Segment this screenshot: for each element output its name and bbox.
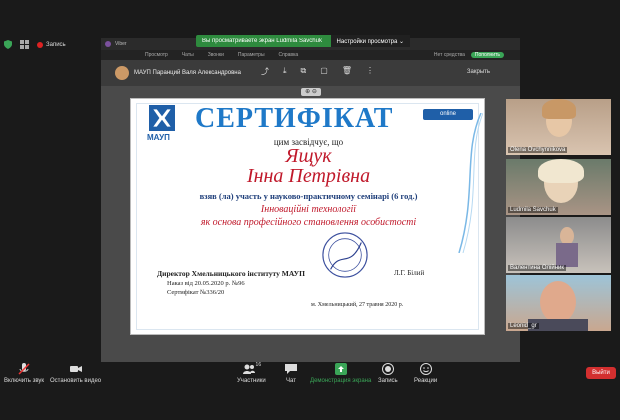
participant-name: Валентина Олiйник bbox=[508, 265, 566, 271]
shared-screen-viber: Viber Просмотр Чаты Звонки Параметры Спр… bbox=[101, 38, 520, 367]
top-left-controls: Запись bbox=[4, 38, 66, 52]
share-screen-button[interactable]: Демонстрация экрана bbox=[310, 362, 371, 384]
smiley-icon bbox=[419, 363, 432, 375]
delete-icon[interactable]: 🗑 bbox=[342, 66, 352, 77]
grid-icon[interactable] bbox=[20, 39, 29, 51]
topup-button[interactable]: Пополнить bbox=[470, 52, 504, 58]
record-dot-icon bbox=[37, 42, 43, 48]
participant-name: Ludmila Savchuk bbox=[508, 207, 558, 213]
signer-name: Л.Г. Білий bbox=[394, 269, 425, 277]
meeting-toolbar: Включить звук Остановить видео 16 Участн… bbox=[0, 362, 620, 420]
zoom-window: Запись Viber Просмотр Чаты Звонки Параме… bbox=[0, 0, 620, 420]
participant-tile[interactable]: Ludmila Savchuk bbox=[506, 159, 611, 215]
chat-icon bbox=[285, 364, 297, 374]
certificate-title: СЕРТИФІКАТ bbox=[195, 103, 394, 134]
maup-logo-icon bbox=[149, 105, 175, 131]
recording-indicator[interactable]: Запись bbox=[37, 42, 66, 48]
share-screen-icon bbox=[334, 363, 347, 375]
shield-icon[interactable] bbox=[4, 39, 12, 51]
participant-face bbox=[540, 281, 576, 323]
microphone-muted-icon bbox=[18, 363, 30, 375]
menu-item-view[interactable]: Просмотр bbox=[145, 52, 168, 58]
viber-chat-header: МАУП Паранций Валя Александровна ⤴ ⤓ ⧉ ▢… bbox=[101, 60, 520, 86]
forward-icon[interactable]: ⧉ bbox=[301, 66, 307, 77]
reactions-label: Реакции bbox=[414, 378, 438, 384]
download-icon[interactable]: ⤓ bbox=[283, 66, 287, 77]
director-line: Директор Хмельницького інституту МАУП bbox=[157, 269, 305, 278]
participants-label: Участники bbox=[237, 378, 266, 384]
participant-name: Leonid_gr bbox=[508, 323, 539, 329]
participant-tile[interactable]: Leonid_gr bbox=[506, 275, 611, 331]
copy-icon[interactable]: ▢ bbox=[320, 66, 328, 77]
order-line: Наказ від 20.05.2020 р. №96 bbox=[167, 280, 245, 287]
menu-item-chats[interactable]: Чаты bbox=[182, 52, 194, 58]
avatar[interactable] bbox=[115, 66, 129, 80]
zoom-control[interactable]: ⊕ ⊖ bbox=[301, 88, 321, 96]
close-button[interactable]: Закрыть bbox=[467, 69, 490, 75]
topic-line-2: як основа професійного становлення особи… bbox=[200, 217, 417, 228]
record-label: Запись bbox=[378, 378, 398, 384]
participant-body bbox=[556, 243, 578, 267]
video-label: Остановить видео bbox=[50, 378, 102, 384]
view-share-banner: Вы просматриваете экран Ludmila Savchuk … bbox=[196, 35, 410, 47]
place-date: м. Хмельницький, 27 травня 2020 р. bbox=[311, 302, 404, 308]
viewer-toolbar: ⤴ ⤓ ⧉ ▢ 🗑 ⋮ bbox=[261, 66, 374, 77]
certificate-number: Сертифікат №336/20 bbox=[167, 289, 225, 296]
viber-app-name: Viber bbox=[115, 41, 127, 47]
video-camera-icon bbox=[69, 366, 82, 372]
participation-text: взяв (ла) участь у науково-практичному с… bbox=[199, 191, 418, 201]
participant-name: Olena Ovchynnikova bbox=[508, 147, 568, 153]
topic-line-1: Інноваційні технології bbox=[260, 204, 357, 215]
more-icon[interactable]: ⋮ bbox=[366, 66, 374, 77]
chat-button[interactable]: Чат bbox=[284, 362, 298, 384]
viber-menu-bar: Просмотр Чаты Звонки Параметры Справка Н… bbox=[101, 50, 520, 60]
record-icon bbox=[381, 363, 394, 375]
participant-hair bbox=[542, 99, 576, 119]
mute-button[interactable]: Включить звук bbox=[4, 362, 44, 384]
chat-label: Чат bbox=[286, 378, 296, 384]
zoom-top-area bbox=[0, 0, 620, 34]
menu-item-settings[interactable]: Параметры bbox=[238, 52, 265, 58]
mute-label: Включить звук bbox=[4, 378, 45, 384]
viber-balance: Нет средства Пополнить bbox=[434, 50, 504, 60]
sharing-text: Вы просматриваете экран Ludmila Savchuk bbox=[202, 38, 322, 44]
certificate-image: МАУП СЕРТИФІКАТ online цим засвідчує, що… bbox=[130, 98, 485, 335]
share-label: Демонстрация экрана bbox=[310, 378, 372, 384]
menu-item-help[interactable]: Справка bbox=[279, 52, 299, 58]
leave-button[interactable]: Выйти bbox=[586, 367, 616, 379]
participant-hair bbox=[538, 159, 584, 183]
balance-text: Нет средства bbox=[433, 52, 465, 58]
participant-tile[interactable]: Olena Ovchynnikova bbox=[506, 99, 611, 155]
menu-item-calls[interactable]: Звонки bbox=[208, 52, 224, 58]
recording-label: Запись bbox=[46, 42, 66, 48]
participants-count: 16 bbox=[255, 362, 262, 368]
reactions-button[interactable]: Реакции bbox=[414, 362, 437, 384]
view-options-button[interactable]: Настройки просмотра ⌄ bbox=[330, 35, 410, 47]
stamp-seal-icon bbox=[322, 232, 368, 278]
share-icon[interactable]: ⤴ bbox=[261, 66, 269, 77]
record-button[interactable]: Запись bbox=[378, 362, 398, 384]
participants-icon bbox=[242, 364, 255, 374]
viber-logo-icon bbox=[105, 41, 111, 47]
chat-title: МАУП Паранций Валя Александровна bbox=[134, 70, 241, 76]
recipient-given-name: Інна Петрівна bbox=[246, 165, 371, 187]
participants-button[interactable]: 16 Участники bbox=[237, 362, 266, 384]
video-button[interactable]: Остановить видео bbox=[50, 362, 101, 384]
participant-tile[interactable]: Валентина Олiйник bbox=[506, 217, 611, 273]
